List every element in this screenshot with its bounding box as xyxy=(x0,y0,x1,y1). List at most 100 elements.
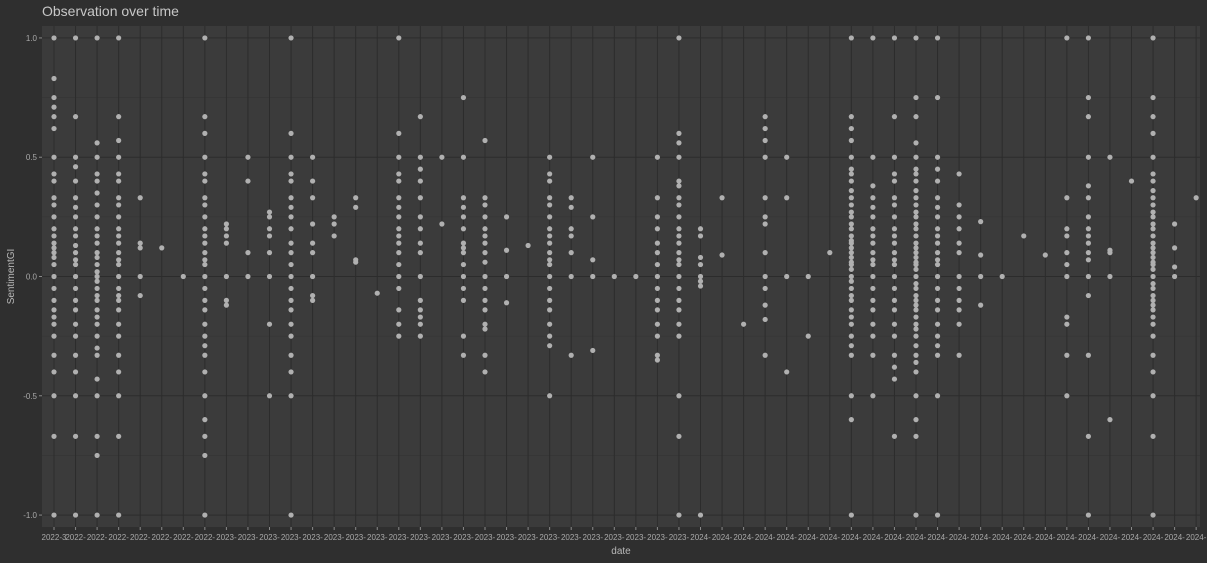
data-point xyxy=(1064,250,1070,256)
data-point xyxy=(676,130,682,136)
data-point xyxy=(848,261,854,268)
data-point xyxy=(202,202,208,208)
data-point xyxy=(762,214,768,220)
data-point xyxy=(1150,154,1156,160)
data-point xyxy=(870,226,876,232)
data-point xyxy=(460,154,467,160)
data-point xyxy=(934,154,941,160)
data-point xyxy=(934,250,941,256)
data-point xyxy=(934,94,941,101)
data-point xyxy=(870,214,876,220)
data-point xyxy=(288,178,294,184)
data-point xyxy=(116,214,122,220)
data-point xyxy=(202,452,208,459)
data-point xyxy=(934,261,941,268)
data-point xyxy=(137,240,143,246)
x-tick-label: 2023- xyxy=(496,533,517,542)
data-point xyxy=(654,273,661,280)
data-point xyxy=(51,104,57,110)
x-tick-label: 2024- xyxy=(712,533,733,542)
data-point xyxy=(137,245,143,251)
data-point xyxy=(503,273,510,280)
data-point xyxy=(51,352,57,358)
x-tick-label: 2022- xyxy=(87,533,108,542)
data-point xyxy=(94,202,100,208)
data-point xyxy=(72,178,79,184)
data-point xyxy=(72,273,79,280)
data-point xyxy=(848,125,854,132)
data-point xyxy=(1150,512,1156,518)
data-point xyxy=(848,273,854,280)
data-point xyxy=(848,278,854,284)
data-point xyxy=(503,247,510,253)
data-point xyxy=(72,321,79,327)
data-point xyxy=(1150,178,1156,184)
x-tick-label: 2024- xyxy=(906,533,927,542)
data-point xyxy=(94,333,100,339)
data-point xyxy=(288,273,294,280)
data-point xyxy=(288,154,294,160)
data-point xyxy=(482,202,488,208)
x-tick-label: 2023- xyxy=(561,533,582,542)
data-point xyxy=(891,433,898,439)
data-point xyxy=(934,166,941,172)
data-point xyxy=(547,178,553,184)
data-point xyxy=(848,245,854,251)
data-point xyxy=(396,273,402,280)
data-point xyxy=(116,369,122,375)
data-point xyxy=(353,259,359,265)
data-point xyxy=(654,333,661,339)
x-tick-label: 2024- xyxy=(1186,533,1207,542)
data-point xyxy=(72,242,79,249)
data-point xyxy=(848,321,854,327)
data-point xyxy=(676,512,682,518)
data-point xyxy=(762,273,768,280)
data-point xyxy=(633,273,639,280)
data-point xyxy=(331,214,337,220)
data-point xyxy=(913,114,919,120)
data-point xyxy=(202,233,208,239)
data-point xyxy=(827,250,833,256)
data-point xyxy=(460,195,467,201)
data-point xyxy=(94,233,100,239)
data-point xyxy=(547,226,553,232)
data-point xyxy=(913,512,919,518)
data-point xyxy=(676,35,682,41)
data-point xyxy=(547,321,553,327)
data-point xyxy=(51,245,57,251)
data-point xyxy=(913,326,919,332)
data-point xyxy=(913,94,919,101)
data-point xyxy=(396,333,402,339)
x-tick-label: 2024- xyxy=(820,533,841,542)
data-point xyxy=(202,307,208,313)
data-point xyxy=(1085,214,1091,220)
data-point xyxy=(1085,233,1091,239)
data-point xyxy=(784,273,790,280)
x-tick-label: 2024- xyxy=(690,533,711,542)
data-point xyxy=(568,352,574,358)
data-point xyxy=(934,393,941,399)
data-point xyxy=(288,204,294,210)
data-point xyxy=(956,352,962,358)
data-point xyxy=(396,171,402,177)
data-point xyxy=(482,259,488,265)
data-point xyxy=(72,154,79,160)
data-point xyxy=(913,188,919,194)
data-point xyxy=(396,240,402,246)
data-point xyxy=(223,273,229,280)
data-point xyxy=(94,35,100,41)
data-point xyxy=(719,195,725,201)
data-point xyxy=(870,285,876,292)
data-point xyxy=(266,209,273,215)
data-point xyxy=(202,297,208,303)
data-point xyxy=(676,226,682,232)
data-point xyxy=(934,343,941,349)
data-point xyxy=(891,376,898,382)
data-point xyxy=(223,233,229,239)
x-tick-label: 2023- xyxy=(410,533,431,542)
data-point xyxy=(417,314,423,320)
data-point xyxy=(288,333,294,339)
x-axis-title: date xyxy=(611,546,631,557)
data-point xyxy=(654,307,661,313)
data-point xyxy=(116,257,122,263)
